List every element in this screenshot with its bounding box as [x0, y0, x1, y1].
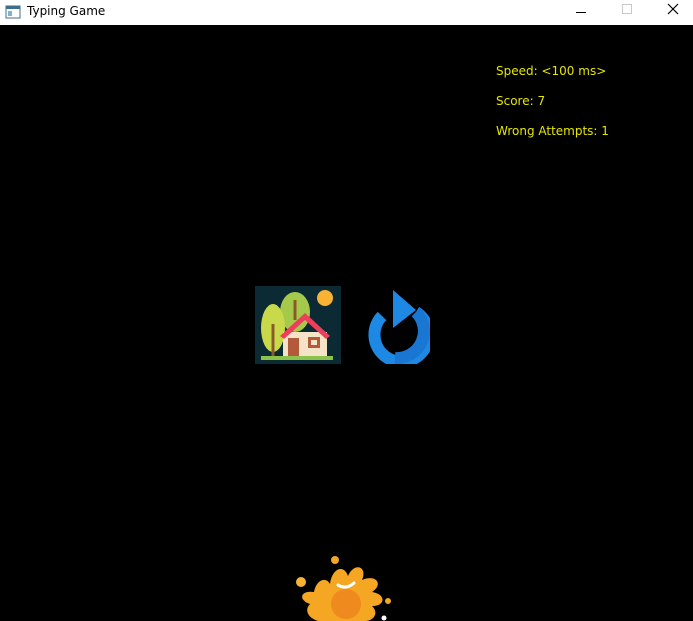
- speed-label: Speed: <100 ms>: [496, 64, 607, 78]
- restart-button[interactable]: [360, 288, 430, 364]
- title-bar[interactable]: Typing Game: [0, 0, 693, 25]
- paint-splash-decoration: [290, 552, 400, 621]
- typing-game-window: Typing Game Speed: <100 ms> Score: 7 Wro…: [0, 0, 693, 621]
- minimize-button[interactable]: [558, 0, 604, 25]
- close-button[interactable]: [648, 0, 693, 25]
- maximize-icon: [622, 4, 632, 14]
- window-title: Typing Game: [27, 4, 106, 18]
- maximize-button[interactable]: [604, 0, 650, 25]
- house-icon: [261, 290, 333, 360]
- restart-icon: [368, 290, 430, 364]
- minimize-icon: [576, 12, 586, 13]
- home-button[interactable]: [255, 286, 341, 364]
- app-window-icon: [5, 4, 21, 20]
- close-icon: [667, 3, 679, 15]
- paint-splash-icon: [296, 556, 391, 621]
- score-label: Score: 7: [496, 94, 546, 108]
- wrong-attempts-label: Wrong Attempts: 1: [496, 124, 609, 138]
